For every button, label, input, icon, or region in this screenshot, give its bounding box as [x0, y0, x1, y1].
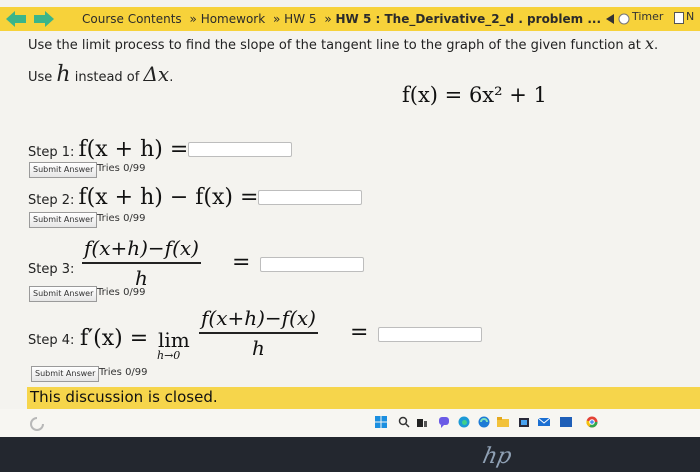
step-3-fraction: f(x+h)−f(x) h — [82, 236, 201, 290]
timer-toggle-icon[interactable] — [618, 13, 630, 25]
breadcrumb: Course Contents » Homework » HW 5 » HW 5… — [82, 12, 601, 26]
crumb-course-contents[interactable]: Course Contents — [82, 12, 182, 26]
step-3-answer-input[interactable] — [260, 257, 364, 272]
laptop-bezel: hp — [0, 437, 700, 472]
screen: Course Contents » Homework » HW 5 » HW 5… — [0, 0, 700, 472]
mail-icon[interactable] — [538, 416, 550, 428]
taskbar — [0, 409, 700, 437]
crumb-hw5[interactable]: HW 5 — [284, 12, 316, 26]
crumb-homework[interactable]: Homework — [201, 12, 265, 26]
instruction-line-1: Use the limit process to find the slope … — [28, 34, 658, 53]
given-function: f(x) = 6x² + 1 — [402, 83, 547, 107]
step-1-label: Step 1: — [28, 145, 75, 160]
step-4-fraction: f(x+h)−f(x) h — [199, 306, 318, 360]
step-2-tries: Tries 0/99 — [97, 213, 146, 224]
word-icon[interactable] — [560, 416, 572, 428]
windows-icon[interactable] — [375, 416, 387, 428]
instruction-period: . — [169, 70, 174, 85]
step-4: Step 4: — [28, 333, 74, 348]
step-1-tries: Tries 0/99 — [97, 163, 146, 174]
instruction-text: Use the limit process to find the slope … — [28, 38, 645, 53]
step-3-equals: = — [232, 250, 251, 275]
crumb-separator: » — [324, 12, 332, 26]
crumb-separator: » — [273, 12, 281, 26]
instruction-instead-of: instead of — [70, 70, 144, 85]
discussion-closed-banner: This discussion is closed. — [27, 387, 700, 409]
instruction-line-2: Use h instead of Δx. — [28, 62, 173, 87]
delta-x: Δx — [143, 62, 170, 86]
course-navbar: Course Contents » Homework » HW 5 » HW 5… — [0, 7, 700, 31]
step-4-numerator: f(x+h)−f(x) — [199, 306, 318, 334]
collapse-left-icon[interactable] — [606, 14, 614, 24]
step-3-label: Step 3: — [28, 262, 75, 277]
step-3-numerator: f(x+h)−f(x) — [82, 236, 201, 264]
step-4-tries: Tries 0/99 — [99, 367, 148, 378]
task-view-icon[interactable] — [416, 416, 428, 428]
step-4-lhs: f′(x) = — [80, 326, 149, 351]
nav-arrows — [6, 11, 70, 27]
timer-area: Timer N — [606, 9, 700, 29]
edge-browser-icon[interactable] — [478, 416, 490, 428]
step-4-equals: = — [350, 320, 369, 345]
loading-spinner-icon — [30, 417, 44, 431]
forward-arrow-icon[interactable] — [32, 11, 54, 27]
step-4-answer-input[interactable] — [378, 327, 482, 342]
step-2-label: Step 2: — [28, 193, 75, 208]
step-3-tries: Tries 0/99 — [97, 287, 146, 298]
step-4-label: Step 4: — [28, 333, 75, 348]
notes-label[interactable]: N — [686, 10, 694, 23]
variable-h: h — [56, 62, 71, 87]
back-arrow-icon[interactable] — [6, 11, 28, 27]
variable-x: x — [644, 34, 654, 53]
instruction-period: . — [654, 38, 659, 53]
store-icon[interactable] — [518, 416, 530, 428]
notes-icon[interactable] — [674, 12, 684, 24]
edge-icon[interactable] — [458, 416, 470, 428]
step-1-submit-button[interactable]: Submit Answer — [29, 162, 98, 178]
file-explorer-icon[interactable] — [497, 416, 509, 428]
step-4-lim-subscript: h→0 — [157, 349, 181, 362]
step-4-submit-button[interactable]: Submit Answer — [31, 366, 100, 382]
discussion-closed-text: This discussion is closed. — [30, 388, 218, 406]
search-icon[interactable] — [398, 416, 410, 428]
step-2-answer-input[interactable] — [258, 190, 362, 205]
step-1-answer-input[interactable] — [188, 142, 292, 157]
function-expression: f(x) = 6x² + 1 — [402, 83, 547, 107]
step-2-expression: f(x + h) − f(x) = — [78, 185, 259, 210]
instruction-use: Use — [28, 70, 57, 85]
step-1: Step 1: f(x + h) = — [28, 137, 188, 162]
step-4-denominator: h — [252, 336, 265, 360]
step-2-submit-button[interactable]: Submit Answer — [29, 212, 98, 228]
step-1-expression: f(x + h) = — [78, 137, 189, 162]
crumb-current-problem: HW 5 : The_Derivative_2_d . problem ... — [335, 12, 602, 26]
hp-logo: hp — [480, 444, 514, 469]
chat-icon[interactable] — [438, 416, 450, 428]
step-2: Step 2: f(x + h) − f(x) = — [28, 185, 258, 210]
chrome-icon[interactable] — [586, 416, 598, 428]
timer-label[interactable]: Timer — [632, 10, 663, 23]
crumb-separator: » — [189, 12, 197, 26]
step-3-submit-button[interactable]: Submit Answer — [29, 286, 98, 302]
